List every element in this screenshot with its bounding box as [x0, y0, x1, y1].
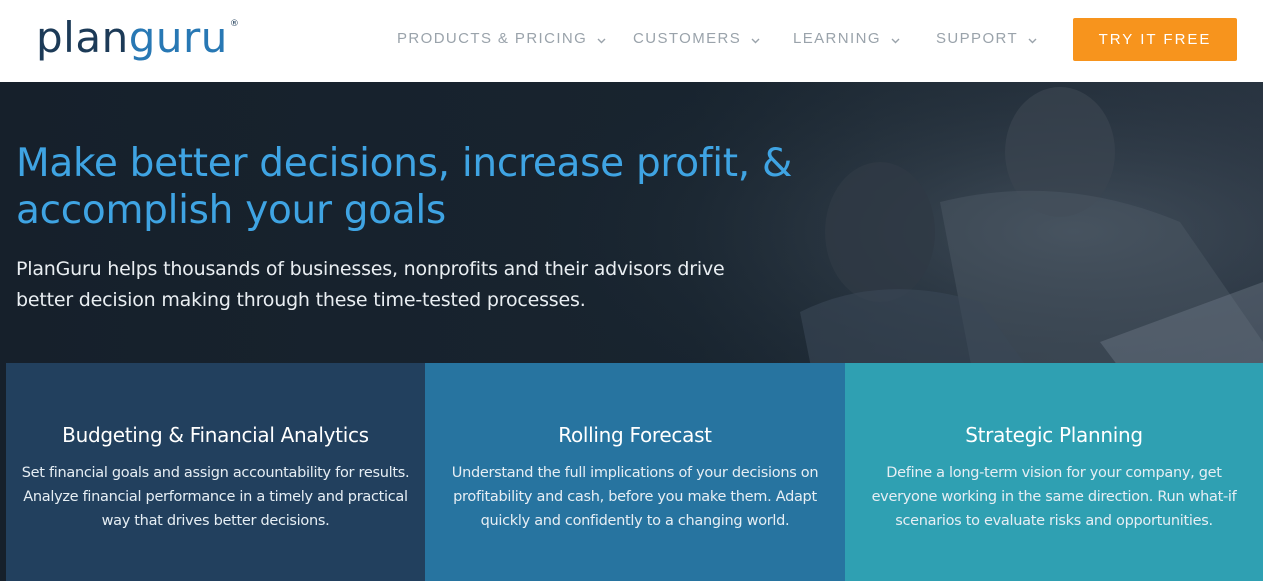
- card-title: Rolling Forecast: [558, 423, 712, 447]
- chevron-down-icon: [751, 31, 760, 48]
- nav-label: LEARNING: [793, 30, 881, 47]
- chevron-down-icon: [597, 31, 606, 48]
- card-title: Strategic Planning: [965, 423, 1143, 447]
- card-description: Understand the full implications of your…: [451, 465, 819, 529]
- chevron-down-icon: [1028, 31, 1037, 48]
- logo-text-plan: plan: [36, 13, 129, 62]
- nav-learning[interactable]: LEARNING: [793, 30, 900, 48]
- nav-customers[interactable]: CUSTOMERS: [633, 30, 760, 48]
- card-budgeting[interactable]: Budgeting & Financial Analytics Set fina…: [6, 363, 425, 581]
- logo-text-guru: guru: [128, 13, 228, 62]
- site-header: planguru ® PRODUCTS & PRICING CUSTOMERS L…: [0, 0, 1263, 82]
- card-strategic-planning[interactable]: Strategic Planning Define a long-term vi…: [845, 363, 1263, 581]
- card-rolling-forecast[interactable]: Rolling Forecast Understand the full imp…: [425, 363, 845, 581]
- try-it-free-button[interactable]: TRY IT FREE: [1073, 18, 1237, 61]
- nav-label: CUSTOMERS: [633, 30, 742, 47]
- card-title: Budgeting & Financial Analytics: [62, 423, 369, 447]
- process-cards: Budgeting & Financial Analytics Set fina…: [0, 363, 1263, 581]
- card-description: Define a long-term vision for your compa…: [871, 465, 1237, 529]
- nav-label: SUPPORT: [936, 30, 1019, 47]
- hero-subheadline: PlanGuru helps thousands of businesses, …: [16, 258, 725, 311]
- nav-support[interactable]: SUPPORT: [936, 30, 1037, 48]
- chevron-down-icon: [891, 31, 900, 48]
- hero-headline: Make better decisions, increase profit, …: [16, 141, 793, 233]
- planguru-logo[interactable]: planguru ®: [36, 10, 240, 78]
- registered-mark: ®: [229, 19, 240, 29]
- nav-products-pricing[interactable]: PRODUCTS & PRICING: [397, 30, 606, 48]
- nav-label: PRODUCTS & PRICING: [397, 30, 588, 47]
- card-description: Set financial goals and assign accountab…: [21, 465, 410, 529]
